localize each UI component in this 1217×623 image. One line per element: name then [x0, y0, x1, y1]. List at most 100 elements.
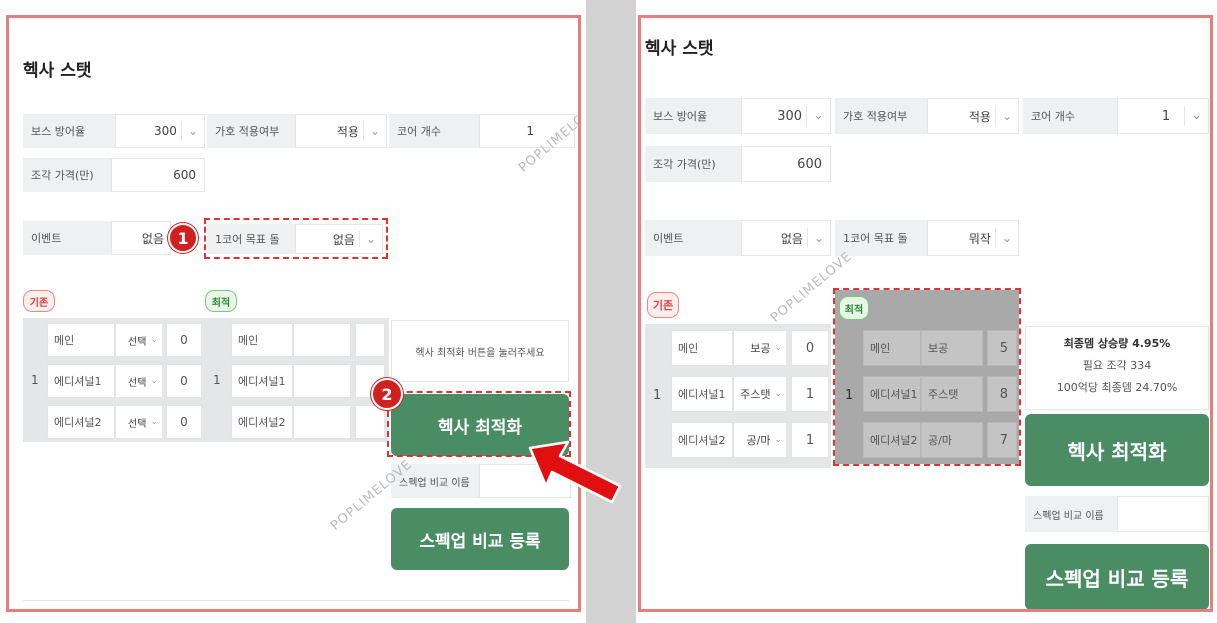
core-count-label: 코어 개수	[1023, 98, 1117, 134]
boss-def-select[interactable]: 300 ⌄	[741, 98, 831, 134]
optimal-row-number: 1	[845, 388, 854, 403]
optimize-hint: 헥사 최적화 버튼을 눌러주세요	[391, 320, 569, 382]
step-two-marker: 2	[371, 378, 403, 410]
basic-main-select-value: 선택	[128, 336, 147, 348]
compare-name-label: 스펙업 비교 이름	[1025, 496, 1117, 532]
optimal-main-name: 메인	[863, 330, 921, 366]
basic-add1-name: 에디셔널1	[671, 376, 733, 412]
optimal-main-name: 메인	[231, 323, 293, 357]
optimal-main-stat	[293, 323, 351, 357]
optimal-add1-name: 에디셔널1	[231, 364, 293, 398]
optimal-add2-name: 에디셔널2	[231, 405, 293, 439]
chevron-down-icon: ⌄	[1184, 105, 1208, 127]
goal-value: 뭐작	[968, 231, 991, 246]
basic-add1-select[interactable]: 선택 ⌄	[115, 364, 163, 398]
optimal-add1-stat	[293, 364, 351, 398]
chevron-down-icon: ⌄	[150, 417, 158, 427]
apply-value: 적용	[968, 109, 991, 124]
optimal-add2-name: 에디셔널2	[863, 422, 921, 458]
page-title: 헥사 스탯	[23, 61, 92, 81]
basic-main-select[interactable]: 보공 ⌄	[733, 330, 787, 366]
specup-register-button[interactable]: 스펙업 비교 등록	[391, 508, 569, 570]
apply-label: 가호 적용여부	[207, 114, 295, 148]
result-box: 최종뎀 상승량 4.95% 필요 조각 334 100억당 최종뎀 24.70%	[1025, 326, 1209, 410]
basic-add1-level[interactable]: 0	[166, 364, 202, 398]
basic-main-name: 메인	[671, 330, 733, 366]
basic-main-level[interactable]: 0	[791, 330, 829, 366]
optimal-add1-name: 에디셔널1	[863, 376, 921, 412]
step-one-marker: 1	[168, 223, 198, 253]
apply-label: 가호 적용여부	[835, 98, 927, 134]
basic-add2-select[interactable]: 선택 ⌄	[115, 405, 163, 439]
basic-add1-select-value: 선택	[128, 377, 147, 389]
chevron-down-icon: ⌄	[150, 376, 158, 386]
optimal-row-number: 1	[213, 373, 221, 387]
optimal-add2-level: 7	[987, 422, 1017, 458]
optimal-add2-stat	[293, 405, 351, 439]
basic-add2-select[interactable]: 공/마 ⌄	[733, 422, 787, 458]
basic-add2-select-value: 선택	[128, 418, 147, 430]
boss-def-select[interactable]: 300 ⌄	[115, 114, 205, 148]
specup-register-button[interactable]: 스펙업 비교 등록	[1025, 544, 1209, 609]
basic-main-select[interactable]: 선택 ⌄	[115, 323, 163, 357]
optimal-main-stat: 보공	[921, 330, 983, 366]
core-count-select[interactable]: 1 ⌄	[1117, 98, 1209, 134]
event-select[interactable]: 없음	[111, 221, 171, 255]
boss-def-value: 300	[154, 124, 177, 138]
price-label: 조각 가격(만)	[23, 158, 111, 192]
price-input[interactable]: 600	[741, 146, 831, 182]
core-count-label: 코어 개수	[389, 114, 479, 148]
damage-per-100eok: 100억당 최종뎀 24.70%	[1056, 381, 1178, 394]
basic-main-name: 메인	[47, 323, 115, 357]
apply-select[interactable]: 적용 ⌄	[927, 98, 1019, 134]
price-input[interactable]: 600	[111, 158, 205, 192]
basic-tag: 기존	[647, 292, 679, 318]
boss-def-label: 보스 방어율	[23, 114, 115, 148]
chevron-down-icon: ⌄	[806, 227, 830, 249]
chevron-down-icon: ⌄	[806, 105, 830, 127]
page-title: 헥사 스탯	[645, 39, 714, 59]
basic-row-number: 1	[31, 373, 39, 387]
optimal-add2-level	[355, 405, 385, 439]
optimal-add1-level: 8	[987, 376, 1017, 412]
boss-def-value: 300	[777, 108, 803, 124]
optimal-tag: 최적	[839, 296, 869, 320]
chevron-down-icon: ⌄	[774, 435, 782, 445]
event-value: 없음	[141, 231, 164, 246]
basic-add2-level[interactable]: 1	[791, 422, 829, 458]
hexa-optimize-button[interactable]: 헥사 최적화	[1025, 414, 1209, 486]
goal-highlight	[204, 218, 388, 259]
event-value: 없음	[780, 231, 803, 246]
price-label: 조각 가격(만)	[645, 146, 741, 182]
chevron-down-icon: ⌄	[994, 105, 1018, 127]
chevron-down-icon: ⌄	[150, 335, 158, 345]
basic-add2-level[interactable]: 0	[166, 405, 202, 439]
right-panel: 헥사 스탯 보스 방어율 300 ⌄ 가호 적용여부 적용 ⌄ 코어 개수 1 ⌄ 조…	[638, 15, 1213, 612]
required-fragments: 필요 조각 334	[1082, 359, 1152, 372]
arrow-pointer-icon	[528, 440, 622, 504]
goal-label: 1코어 목표 돌	[835, 220, 927, 256]
basic-main-select-value: 보공	[750, 342, 771, 355]
basic-add2-select-value: 공/마	[746, 434, 771, 447]
basic-add1-level[interactable]: 1	[791, 376, 829, 412]
left-panel: 헥사 스탯 보스 방어율 300 ⌄ 가호 적용여부 적용 ⌄ 코어 개수 1 조각…	[6, 15, 581, 612]
chevron-down-icon: ⌄	[774, 343, 782, 353]
chevron-down-icon: ⌄	[362, 121, 386, 141]
compare-name-input[interactable]	[1117, 496, 1209, 532]
chevron-down-icon: ⌄	[774, 389, 782, 399]
optimal-main-level	[355, 323, 385, 357]
event-label: 이벤트	[23, 221, 111, 255]
chevron-down-icon: ⌄	[994, 227, 1018, 249]
basic-row-number: 1	[653, 388, 662, 403]
event-label: 이벤트	[645, 220, 741, 256]
basic-main-level[interactable]: 0	[166, 323, 202, 357]
apply-select[interactable]: 적용 ⌄	[295, 114, 387, 148]
basic-add1-select[interactable]: 주스탯 ⌄	[733, 376, 787, 412]
apply-value: 적용	[336, 124, 359, 139]
chevron-down-icon: ⌄	[180, 121, 204, 141]
goal-select[interactable]: 뭐작 ⌄	[927, 220, 1019, 256]
optimal-main-level: 5	[987, 330, 1017, 366]
optimal-add1-stat: 주스탯	[921, 376, 983, 412]
event-select[interactable]: 없음 ⌄	[741, 220, 831, 256]
basic-add2-name: 에디셔널2	[47, 405, 115, 439]
